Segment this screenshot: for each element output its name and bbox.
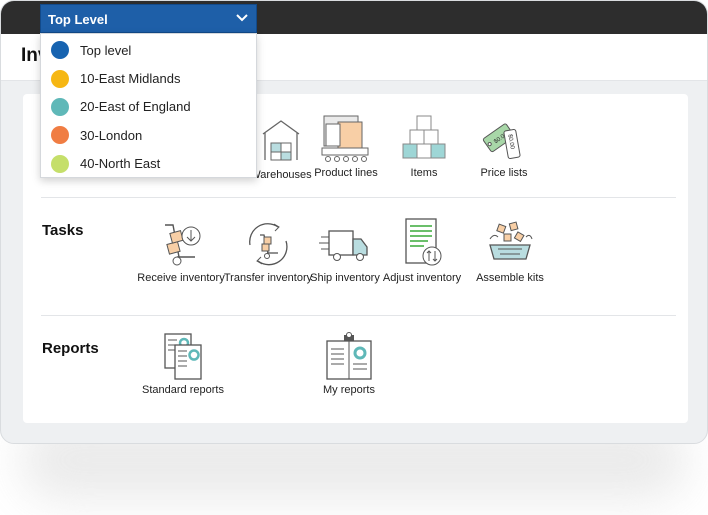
tile-label: Standard reports <box>142 384 224 396</box>
tile-product-lines[interactable]: Product lines <box>301 112 391 180</box>
option-label: 20-East of England <box>80 99 191 115</box>
location-dropdown[interactable]: Top Level <box>40 4 257 33</box>
tile-receive-inventory[interactable]: Receive inventory <box>136 219 226 285</box>
tile-label: Assemble kits <box>476 272 544 284</box>
option-label: Top level <box>80 42 132 58</box>
dropdown-option-east-of-england[interactable]: 20-East of England <box>41 93 256 121</box>
tile-adjust-inventory[interactable]: Adjust inventory <box>377 216 467 285</box>
dropdown-selected-value: Top Level <box>48 12 108 27</box>
tile-label: Adjust inventory <box>382 272 462 284</box>
product-lines-icon <box>321 115 369 162</box>
items-boxes-icon <box>402 115 446 159</box>
chevron-down-icon <box>236 14 248 22</box>
dropdown-option-east-midlands[interactable]: 10-East Midlands <box>41 64 256 92</box>
color-dot-icon <box>51 126 69 145</box>
option-label: 30-London <box>80 127 143 143</box>
section-divider <box>41 315 676 316</box>
option-label: 10-East Midlands <box>80 71 181 87</box>
section-divider <box>41 197 676 198</box>
tile-my-reports[interactable]: My reports <box>304 331 394 397</box>
tile-price-lists[interactable]: $0.00 $0.00 Price lists <box>459 118 549 180</box>
location-dropdown-menu: Top level 10-East Midlands 20-East of En… <box>40 33 257 178</box>
section-label-tasks: Tasks <box>42 222 84 239</box>
tile-items[interactable]: Items <box>379 114 469 180</box>
adjust-inventory-icon <box>405 218 442 266</box>
option-label: 40-North East <box>80 156 161 172</box>
tile-label: Product lines <box>314 167 378 179</box>
section-label-reports: Reports <box>42 340 99 357</box>
tile-assemble-kits[interactable]: Assemble kits <box>465 219 555 285</box>
tile-label: My reports <box>323 384 375 396</box>
dropdown-option-north-east[interactable]: 40-North East <box>41 150 256 178</box>
color-dot-icon <box>51 41 69 60</box>
receive-inventory-icon <box>165 224 201 266</box>
assemble-kits-icon <box>489 221 533 260</box>
my-reports-icon <box>326 332 372 380</box>
tile-standard-reports[interactable]: Standard reports <box>138 331 228 397</box>
standard-reports-icon <box>164 333 202 380</box>
color-dot-icon <box>51 97 69 116</box>
transfer-inventory-icon <box>249 223 288 266</box>
color-dot-icon <box>51 69 69 88</box>
color-dot-icon <box>51 154 69 173</box>
price-tag-icon: $0.00 $0.00 <box>482 123 521 160</box>
ship-truck-icon <box>319 230 368 261</box>
dropdown-option-top-level[interactable]: Top level <box>41 36 256 64</box>
dropdown-option-london[interactable]: 30-London <box>41 121 256 149</box>
tile-label: Items <box>410 167 438 179</box>
tile-label: Price lists <box>480 167 528 179</box>
tile-label: Receive inventory <box>137 272 225 284</box>
